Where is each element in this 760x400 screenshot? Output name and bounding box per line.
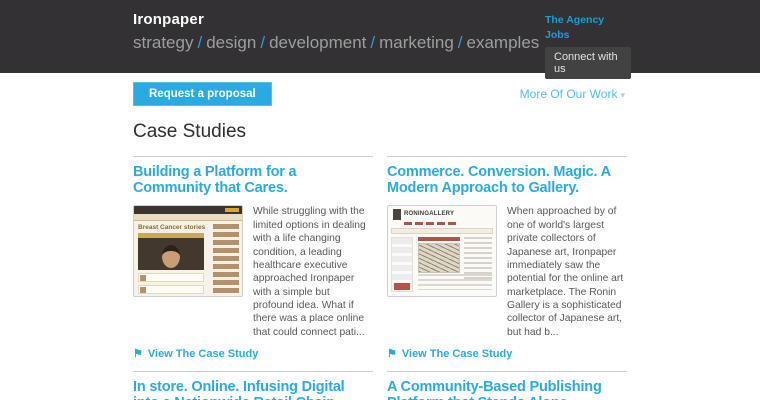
- case-study-card: Commerce. Conversion. Magic. A Modern Ap…: [387, 156, 627, 360]
- tagline-word: examples: [467, 33, 540, 52]
- view-case-study-link[interactable]: ⚑ View The Case Study: [387, 348, 627, 360]
- case-study-card: In store. Online. Infusing Digital into …: [133, 371, 373, 400]
- view-case-study-link[interactable]: ⚑ View The Case Study: [133, 348, 373, 360]
- thumb-video: [138, 238, 204, 270]
- thumb-navbar: [134, 214, 242, 221]
- thumb-section-bar: [418, 237, 460, 241]
- flag-icon: ⚑: [387, 349, 397, 360]
- thumb-banner: [391, 228, 493, 234]
- thumb-topbar: [134, 206, 242, 214]
- thumb-nav-links: [404, 222, 456, 225]
- thumb-heading: RONINGALLERY: [404, 211, 454, 217]
- logo[interactable]: Ironpaper: [133, 11, 204, 28]
- thumb-sidebar-list: [213, 224, 239, 293]
- page-title: Case Studies: [133, 121, 760, 143]
- tagline-word: strategy: [133, 33, 193, 52]
- slash-separator: /: [454, 33, 467, 52]
- thumb-text-lines: [418, 274, 492, 290]
- thumb-red-button: [394, 283, 410, 290]
- site-header: Ironpaper strategy/design/development/ma…: [0, 0, 760, 73]
- thumb-comment-row: [138, 285, 204, 294]
- tagline: strategy/design/development/marketing/ex…: [133, 33, 539, 53]
- flag-icon: ⚑: [133, 349, 143, 360]
- case-study-title[interactable]: A Community-Based Publishing Platform th…: [387, 379, 627, 400]
- slash-separator: /: [366, 33, 379, 52]
- tagline-word: marketing: [379, 33, 454, 52]
- gallery-logo-mark: [393, 209, 401, 220]
- person-face: [162, 245, 180, 268]
- case-study-title[interactable]: Commerce. Conversion. Magic. A Modern Ap…: [387, 164, 627, 196]
- case-study-excerpt: When approached by of one of world's lar…: [507, 205, 627, 339]
- artwork-image: [418, 243, 460, 273]
- case-study-thumbnail[interactable]: RONINGALLERY: [387, 205, 497, 297]
- tagline-word: design: [206, 33, 256, 52]
- request-proposal-button[interactable]: Request a proposal: [133, 82, 272, 106]
- thumb-heading: Breast Cancer stories: [138, 224, 205, 231]
- header-nav: The Agency Jobs Connect with us: [545, 13, 631, 79]
- case-study-card: A Community-Based Publishing Platform th…: [387, 371, 627, 400]
- case-study-title[interactable]: Building a Platform for a Community that…: [133, 164, 373, 196]
- case-study-card: Building a Platform for a Community that…: [133, 156, 373, 360]
- slash-separator: /: [256, 33, 269, 52]
- slash-separator: /: [193, 33, 206, 52]
- thumb-comment-row: [138, 273, 204, 282]
- case-studies-grid: Building a Platform for a Community that…: [133, 156, 627, 400]
- nav-link-jobs[interactable]: Jobs: [545, 28, 631, 43]
- nav-link-the-agency[interactable]: The Agency: [545, 13, 631, 28]
- thumb-detail-lines: [464, 237, 492, 279]
- tagline-word: development: [269, 33, 366, 52]
- chevron-down-icon: ▾: [617, 90, 625, 100]
- connect-with-us-button[interactable]: Connect with us: [545, 47, 631, 79]
- page: Ironpaper strategy/design/development/ma…: [0, 0, 760, 400]
- case-study-title[interactable]: In store. Online. Infusing Digital into …: [133, 379, 373, 400]
- case-study-excerpt: While struggling with the limited option…: [253, 205, 373, 339]
- case-study-thumbnail[interactable]: Breast Cancer stories: [133, 205, 243, 297]
- more-of-our-work-link[interactable]: More Of Our Work▾: [520, 87, 625, 101]
